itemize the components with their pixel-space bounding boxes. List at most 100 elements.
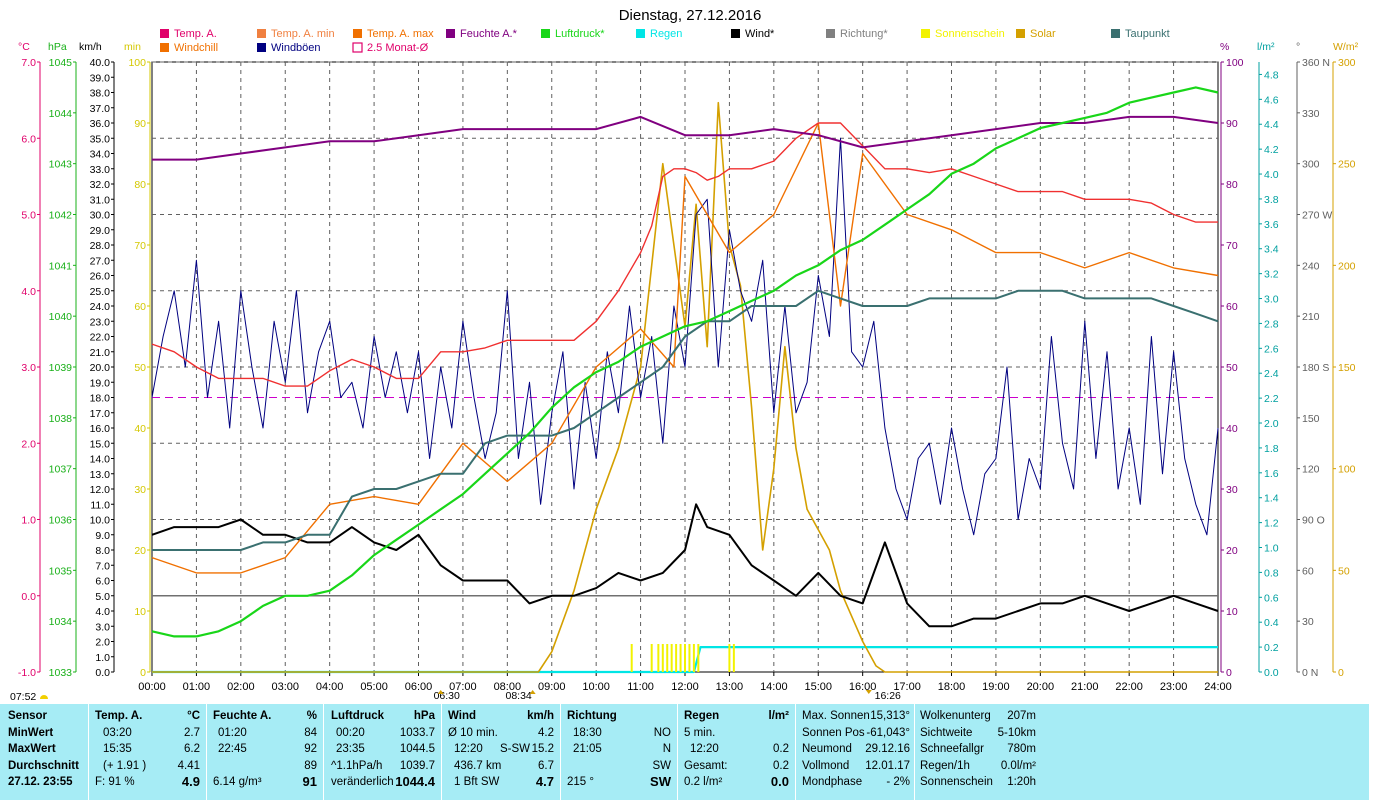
legend-swatch bbox=[353, 29, 362, 38]
axis-tick-label-pct: 90 bbox=[1226, 118, 1238, 130]
x-tick-label: 13:00 bbox=[716, 681, 744, 693]
axis-tick-label-lm2: 0.8 bbox=[1264, 567, 1279, 579]
axis-tick-label-hpa: 1041 bbox=[49, 260, 73, 272]
axis-tick-label-min: 10 bbox=[134, 606, 146, 618]
row-label-min: MinWert bbox=[8, 726, 54, 739]
luftdruck-header: Luftdruck bbox=[331, 710, 385, 722]
legend-label: Temp. A. bbox=[174, 28, 217, 40]
axis-tick-label-wm2: 300 bbox=[1338, 57, 1356, 69]
axis-tick-label-kmh: 14.0 bbox=[90, 454, 111, 466]
legend-label: Taupunkt bbox=[1125, 28, 1170, 40]
axis-tick-label-lm2: 2.4 bbox=[1264, 368, 1279, 380]
luftdruck-unit: hPa bbox=[413, 710, 435, 722]
axis-tick-label-hpa: 1040 bbox=[49, 311, 73, 323]
misc-value: 1:20h bbox=[1007, 776, 1036, 788]
legend-swatch bbox=[921, 29, 930, 38]
axis-tick-label-deg: 90 O bbox=[1302, 515, 1325, 527]
x-tick-label: 09:00 bbox=[538, 681, 566, 693]
axis-tick-label-kmh: 3.0 bbox=[95, 621, 110, 633]
astro-label: Vollmond bbox=[802, 759, 850, 772]
axis-tick-label-lm2: 2.0 bbox=[1264, 418, 1279, 430]
axis-tick-label-kmh: 29.0 bbox=[90, 225, 111, 237]
row-label-max: MaxWert bbox=[8, 743, 56, 755]
axis-tick-label-lm2: 3.4 bbox=[1264, 244, 1279, 256]
legend-swatch bbox=[446, 29, 455, 38]
legend-label: Richtung* bbox=[840, 28, 888, 40]
axis-tick-label-deg: 120 bbox=[1302, 464, 1320, 476]
axis-unit-min: min bbox=[124, 41, 141, 53]
axis-tick-label-kmh: 24.0 bbox=[90, 301, 111, 313]
axis-tick-label-pct: 70 bbox=[1226, 240, 1238, 252]
misc-label: Regen/1h bbox=[920, 759, 970, 772]
misc-label: Sichtweite bbox=[920, 726, 973, 739]
wind-avg-value: 6.7 bbox=[538, 759, 554, 772]
axis-tick-label-kmh: 25.0 bbox=[90, 286, 111, 298]
feuchte-max-value: 92 bbox=[304, 743, 317, 755]
axis-tick-label-deg: 330 bbox=[1302, 108, 1320, 120]
x-tick-label: 23:00 bbox=[1160, 681, 1188, 693]
feuchte-avg-value: 89 bbox=[304, 759, 317, 772]
axis-tick-label-lm2: 0.6 bbox=[1264, 592, 1279, 604]
divider bbox=[323, 704, 324, 800]
luftdruck-trend: ^1.1hPa/h bbox=[331, 759, 383, 772]
axis-tick-label-min: 50 bbox=[134, 362, 146, 374]
axis-tick-label-hpa: 1043 bbox=[49, 159, 73, 171]
feuchte-absolute: 6.14 g/m³ bbox=[213, 776, 262, 788]
x-tick-label: 16:00 bbox=[849, 681, 877, 693]
x-tick-label: 10:00 bbox=[582, 681, 610, 693]
axis-tick-label-celsius: 5.0 bbox=[21, 210, 36, 222]
luftdruck-now-value: 1044.4 bbox=[395, 774, 435, 789]
axis-tick-label-lm2: 1.2 bbox=[1264, 518, 1279, 530]
temp-trend: (+ 1.91 ) bbox=[103, 759, 147, 772]
axis-tick-label-lm2: 3.6 bbox=[1264, 219, 1279, 231]
axis-tick-label-wm2: 250 bbox=[1338, 159, 1356, 171]
axis-tick-label-kmh: 36.0 bbox=[90, 118, 111, 130]
misc-value: 780m bbox=[1007, 743, 1036, 755]
axis-tick-label-lm2: 0.4 bbox=[1264, 617, 1279, 629]
legend-label: Luftdruck* bbox=[555, 28, 605, 40]
temp-min-time: 03:20 bbox=[103, 726, 132, 739]
legend-swatch bbox=[257, 29, 266, 38]
feuchte-max-time: 22:45 bbox=[218, 743, 247, 755]
richtung-min-value: NO bbox=[653, 726, 671, 739]
axis-tick-label-kmh: 33.0 bbox=[90, 164, 111, 176]
axis-unit-pct: % bbox=[1220, 41, 1229, 53]
feuchte-unit: % bbox=[306, 710, 317, 722]
legend-swatch bbox=[352, 42, 363, 53]
richtung-min-time: 18:30 bbox=[573, 726, 602, 739]
axis-tick-label-deg: 60 bbox=[1302, 565, 1314, 577]
axis-tick-label-pct: 80 bbox=[1226, 179, 1238, 191]
misc-label: Sonnenschein bbox=[920, 776, 993, 788]
regen-header: Regen bbox=[684, 710, 720, 722]
axis-tick-label-kmh: 1.0 bbox=[95, 652, 110, 664]
col-temp: Temp. A. °C 03:20 2.7 15:35 6.2 (+ 1.91 ) 4.… bbox=[95, 708, 200, 791]
col-luftdruck: Luftdruck hPa 00:20 1033.7 23:35 1044.5 ^1.… bbox=[331, 708, 435, 791]
axis-tick-label-pct: 100 bbox=[1226, 57, 1244, 69]
axis-tick-label-kmh: 38.0 bbox=[90, 88, 111, 100]
richtung-degrees: 215 ° bbox=[567, 776, 594, 788]
temp-max-time: 15:35 bbox=[103, 743, 132, 755]
summary-panel: Sensor MinWert MaxWert Durchschnitt 27.1… bbox=[0, 704, 1369, 800]
axis-tick-label-kmh: 5.0 bbox=[95, 591, 110, 603]
axis-tick-label-lm2: 1.8 bbox=[1264, 443, 1279, 455]
axis-tick-label-lm2: 3.8 bbox=[1264, 194, 1279, 206]
axis-tick-label-kmh: 10.0 bbox=[90, 515, 111, 527]
x-tick-label: 19:00 bbox=[982, 681, 1010, 693]
axis-tick-label-kmh: 30.0 bbox=[90, 210, 111, 222]
x-tick-label: 18:00 bbox=[938, 681, 966, 693]
axis-tick-label-celsius: 7.0 bbox=[21, 57, 36, 69]
x-tick-label: 11:00 bbox=[627, 681, 654, 693]
axis-tick-label-pct: 50 bbox=[1226, 362, 1238, 374]
luftdruck-max-time: 23:35 bbox=[336, 743, 365, 755]
col-astro: Max. Sonnen 15,313° Sonnen Pos -61,043° Ne… bbox=[802, 708, 910, 791]
axis-tick-label-deg: 270 W bbox=[1302, 210, 1332, 222]
regen-interval: 5 min. bbox=[684, 726, 716, 739]
axis-tick-label-celsius: 6.0 bbox=[21, 133, 36, 145]
richtung-max-time: 21:05 bbox=[573, 743, 602, 755]
axis-tick-label-deg: 30 bbox=[1302, 616, 1314, 628]
axis-tick-label-lm2: 1.0 bbox=[1264, 543, 1279, 555]
richtung-avg-value: SW bbox=[652, 759, 671, 772]
axis-tick-label-kmh: 2.0 bbox=[95, 637, 110, 649]
divider bbox=[677, 704, 678, 800]
wind-unit: km/h bbox=[527, 710, 554, 722]
